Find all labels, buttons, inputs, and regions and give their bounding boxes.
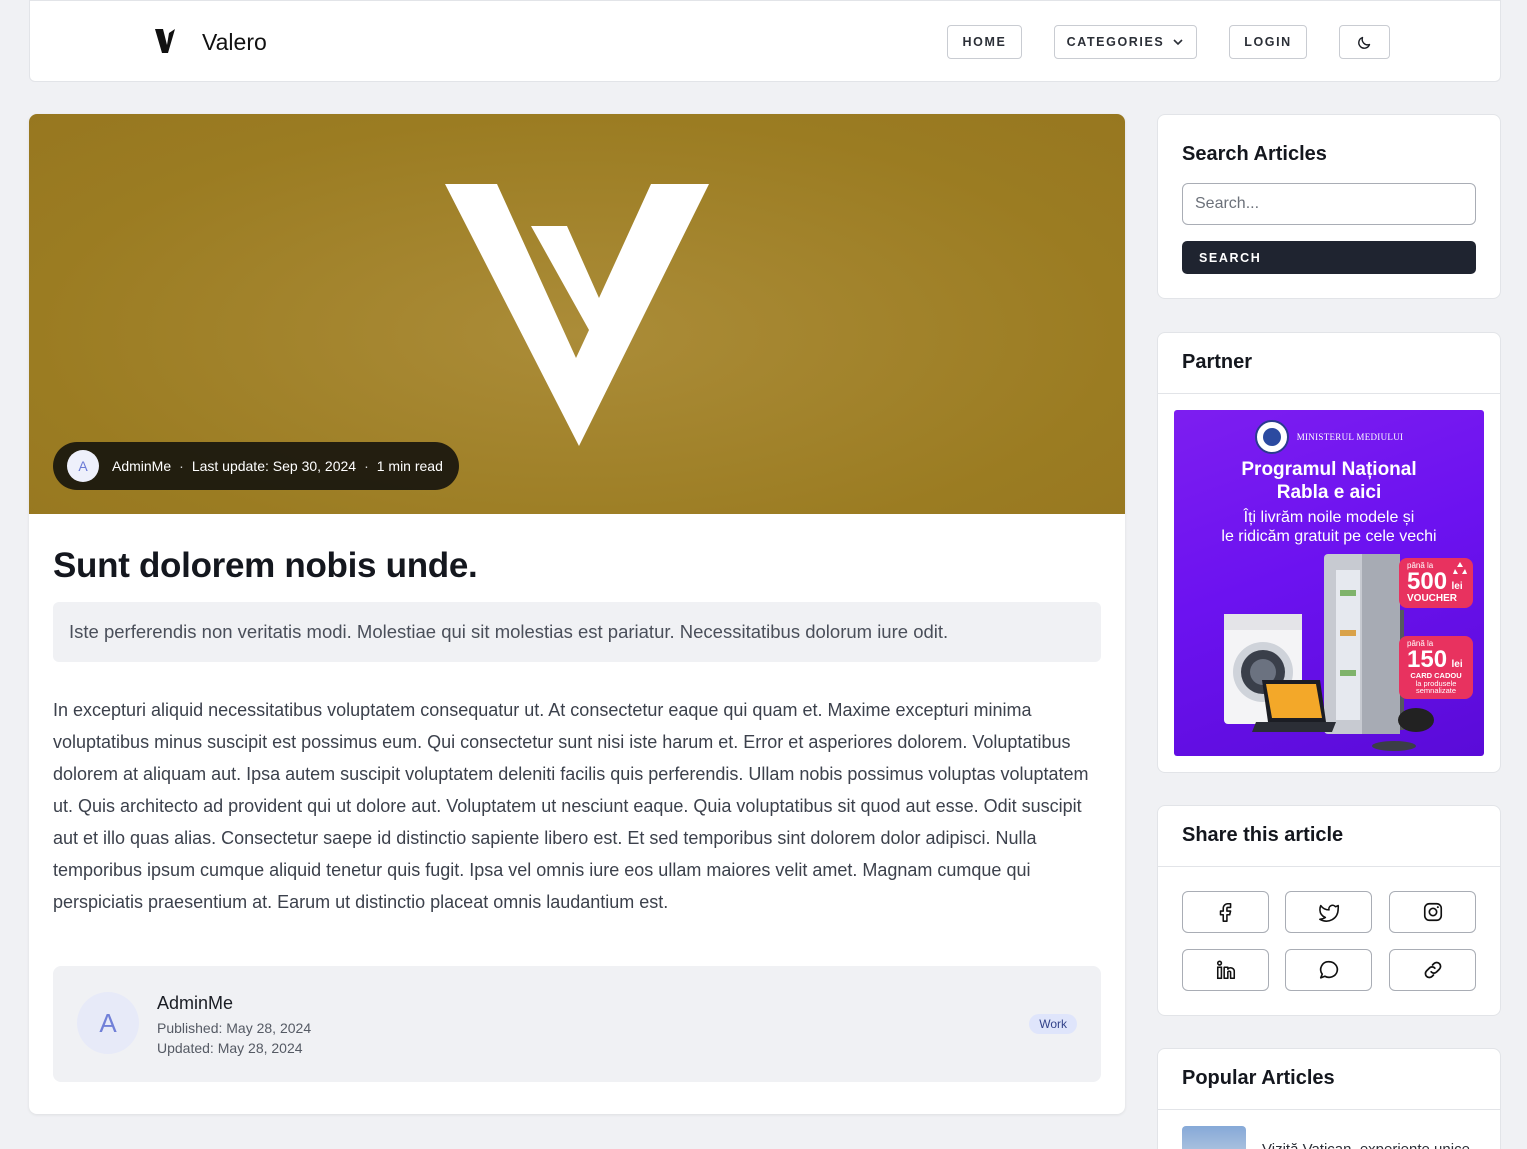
ad-headline-line-1: Programul Național	[1241, 459, 1417, 480]
chevron-down-icon	[1173, 39, 1183, 46]
popular-title: Popular Articles	[1182, 1067, 1335, 1089]
read-time: 1 min read	[376, 458, 443, 474]
article-title: Sunt dolorem nobis unde.	[53, 546, 478, 585]
search-input[interactable]	[1182, 183, 1476, 225]
published-date: Published: May 28, 2024	[157, 1020, 312, 1036]
share-instagram-button[interactable]	[1389, 891, 1476, 933]
share-twitter-button[interactable]	[1285, 891, 1372, 933]
share-header: Share this article	[1158, 806, 1500, 867]
article-lead: Iste perferendis non veritatis modi. Mol…	[53, 602, 1101, 662]
valero-v-logo	[445, 184, 709, 446]
badge-unit: lei	[1451, 659, 1463, 670]
badge-note: la produsele semnalizate	[1415, 678, 1457, 695]
share-facebook-button[interactable]	[1182, 891, 1269, 933]
badge-value: 500	[1407, 568, 1448, 595]
partner-header: Partner	[1158, 333, 1500, 394]
nav-categories-button[interactable]: CATEGORIES	[1054, 25, 1197, 59]
meta-separator: ·	[364, 458, 369, 474]
site-header: Valero HOME CATEGORIES LOGIN	[29, 0, 1501, 82]
link-icon	[1424, 961, 1441, 979]
hero-image: A AdminMe · Last update: Sep 30, 2024 · …	[29, 114, 1125, 514]
share-linkedin-button[interactable]	[1182, 949, 1269, 991]
ad-sub-line-2: le ridicăm gratuit pe cele vechi	[1221, 528, 1437, 545]
message-icon	[1319, 960, 1338, 979]
ministry-name: MINISTERUL MEDIULUI	[1296, 432, 1404, 442]
nav-home-label: HOME	[962, 35, 1007, 49]
dark-mode-toggle[interactable]	[1339, 25, 1390, 59]
popular-article-title[interactable]: Vizită Vatican, experiențe unice	[1262, 1141, 1470, 1149]
valero-logo-icon[interactable]	[155, 29, 177, 53]
ad-sub-line-1: Îți livrăm noile modele și	[1243, 509, 1415, 526]
nav-login-label: LOGIN	[1244, 35, 1292, 49]
linkedin-icon	[1216, 960, 1235, 980]
popular-article-thumbnail[interactable]	[1182, 1126, 1246, 1149]
nav-categories-label: CATEGORIES	[1066, 35, 1165, 49]
nav-home-button[interactable]: HOME	[947, 25, 1022, 59]
recycle-icon	[1453, 562, 1467, 574]
share-title: Share this article	[1182, 824, 1344, 846]
share-message-button[interactable]	[1285, 949, 1372, 991]
share-copy-link-button[interactable]	[1389, 949, 1476, 991]
partner-title: Partner	[1182, 351, 1253, 373]
category-tag[interactable]: Work	[1029, 1014, 1077, 1034]
gift-card-badge: până la 150 lei CARD CADOU la produsele …	[1399, 636, 1473, 699]
article-body: In excepturi aliquid necessitatibus volu…	[53, 700, 1089, 912]
search-title: Search Articles	[1182, 143, 1327, 165]
ad-subheadline: Îți livrăm noile modele și le ridicăm gr…	[1174, 508, 1484, 546]
facebook-icon	[1219, 902, 1231, 922]
share-card: Share this article	[1157, 805, 1501, 1016]
search-button[interactable]: SEARCH	[1182, 241, 1476, 274]
badge-label: VOUCHER	[1407, 593, 1458, 604]
nav-login-button[interactable]: LOGIN	[1229, 25, 1307, 59]
article-meta: A AdminMe · Last update: Sep 30, 2024 · …	[53, 442, 459, 490]
badge-unit: lei	[1451, 581, 1463, 592]
article-card: A AdminMe · Last update: Sep 30, 2024 · …	[29, 114, 1125, 1114]
brand-name[interactable]: Valero	[202, 29, 267, 56]
twitter-icon	[1318, 904, 1339, 922]
author-avatar[interactable]: A	[77, 992, 139, 1054]
ministry-line: MINISTERUL MEDIULUI	[1174, 420, 1484, 454]
ministry-seal-icon	[1254, 420, 1289, 454]
meta-separator: ·	[179, 458, 184, 474]
author-box: A AdminMe Published: May 28, 2024 Update…	[53, 966, 1101, 1082]
instagram-icon	[1423, 902, 1442, 922]
ad-headline: Programul Național Rabla e aici	[1174, 458, 1484, 504]
author-name[interactable]: AdminMe	[112, 458, 171, 474]
updated-date: Updated: May 28, 2024	[157, 1040, 303, 1056]
popular-header: Popular Articles	[1158, 1049, 1500, 1110]
badge-value: 150	[1407, 646, 1448, 673]
moon-icon	[1357, 36, 1370, 49]
partner-ad-banner[interactable]: MINISTERUL MEDIULUI Programul Național R…	[1174, 410, 1484, 756]
avatar[interactable]: A	[67, 450, 99, 482]
partner-card: Partner MINISTERUL MEDIULUI Programul Na…	[1157, 332, 1501, 773]
popular-card: Popular Articles Vizită Vatican, experie…	[1157, 1048, 1501, 1149]
ad-headline-line-2: Rabla e aici	[1276, 482, 1382, 503]
search-card: Search Articles SEARCH	[1157, 114, 1501, 299]
author-box-name[interactable]: AdminMe	[157, 993, 233, 1014]
last-update: Last update: Sep 30, 2024	[191, 458, 357, 474]
